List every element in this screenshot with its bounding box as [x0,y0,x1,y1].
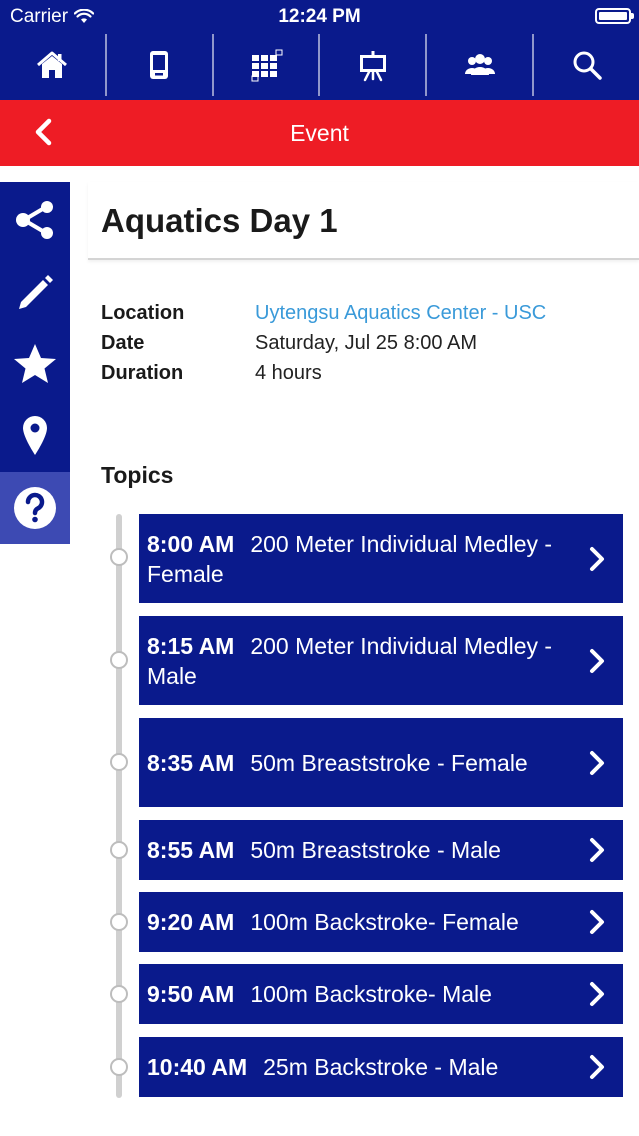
page-title: Event [290,120,349,146]
timeline-dot [110,841,128,859]
duration-row: Duration 4 hours [101,358,621,388]
topic-time: 8:00 AM [147,530,235,557]
device-icon [150,51,169,79]
duration-label: Duration [101,361,184,384]
chevron-right-icon [590,838,604,862]
people-icon [464,54,495,75]
title-bar: Event [0,100,639,166]
timeline-dot [110,913,128,931]
grid-icon [251,49,283,82]
location-link[interactable]: Uytengsu Aquatics Center - USC [255,302,546,325]
location-label: Location [101,301,185,324]
share-icon [16,201,53,239]
timeline-dot [110,753,128,771]
nav-device[interactable] [107,34,214,96]
location-row: Location Uytengsu Aquatics Center - USC [101,298,621,328]
chevron-right-icon [590,546,604,571]
nav-grid[interactable] [214,34,321,96]
map-button[interactable] [0,400,70,472]
topic-time: 9:50 AM [147,981,235,1007]
date-row: Date Saturday, Jul 25 8:00 AM [101,328,621,358]
event-title: Aquatics Day 1 [101,202,338,239]
nav-search[interactable] [534,34,639,96]
map-pin-icon [23,416,47,455]
status-bar: Carrier 12:24 PM [0,0,639,34]
top-nav [0,34,639,100]
topic-title: 50m Breaststroke - Male [250,837,501,863]
event-details: Location Uytengsu Aquatics Center - USC … [101,298,621,388]
topic-time: 10:40 AM [147,1054,248,1080]
topic-time: 8:35 AM [147,749,235,776]
topic-time: 9:20 AM [147,909,235,935]
topic-item[interactable]: 8:15 AM 200 Meter Individual Medley - Mal… [139,616,623,705]
help-icon [14,487,56,529]
topic-item[interactable]: 9:20 AM 100m Backstroke- Female [139,892,623,952]
timeline-dot [110,1058,128,1076]
topic-item[interactable]: 8:00 AM 200 Meter Individual Medley - Fem… [139,514,623,603]
favorite-button[interactable] [0,328,70,400]
home-icon [37,51,68,78]
presentation-board-icon [359,51,386,82]
topic-item[interactable]: 9:50 AM 100m Backstroke- Male [139,964,623,1024]
topic-item[interactable]: 10:40 AM 25m Backstroke - Male [139,1037,623,1097]
timeline-dot [110,651,128,669]
duration-value: 4 hours [255,361,322,384]
star-icon [14,344,56,383]
chevron-right-icon [590,1055,604,1079]
chevron-right-icon [590,648,604,673]
date-value: Saturday, Jul 25 8:00 AM [255,331,477,354]
topic-time: 8:15 AM [147,632,235,659]
date-label: Date [101,331,145,354]
chevron-right-icon [590,750,604,775]
topics-heading: Topics [101,462,174,488]
chevron-right-icon [590,982,604,1006]
topic-item[interactable]: 8:55 AM 50m Breaststroke - Male [139,820,623,880]
topic-title: 25m Backstroke - Male [263,1054,499,1080]
topic-title: 100m Backstroke- Male [250,981,492,1007]
nav-people[interactable] [427,34,535,96]
timeline-dot [110,985,128,1003]
search-icon [573,51,602,80]
topic-item[interactable]: 8:35 AM 50m Breaststroke - Female [139,718,623,807]
nav-presentation[interactable] [320,34,428,96]
topic-title: 100m Backstroke- Female [250,909,519,935]
battery-icon [595,8,634,24]
status-time: 12:24 PM [278,6,361,27]
help-button[interactable] [0,472,70,544]
edit-button[interactable] [0,256,70,328]
share-button[interactable] [0,184,70,256]
pencil-icon [19,275,53,309]
topic-title: 50m Breaststroke - Female [250,749,528,776]
timeline-dot [110,548,128,566]
timeline-line [116,514,122,1098]
nav-home[interactable] [0,34,107,96]
side-rail [0,182,70,544]
event-header: Aquatics Day 1 [88,182,639,260]
chevron-right-icon [590,910,604,934]
topic-time: 8:55 AM [147,837,235,863]
